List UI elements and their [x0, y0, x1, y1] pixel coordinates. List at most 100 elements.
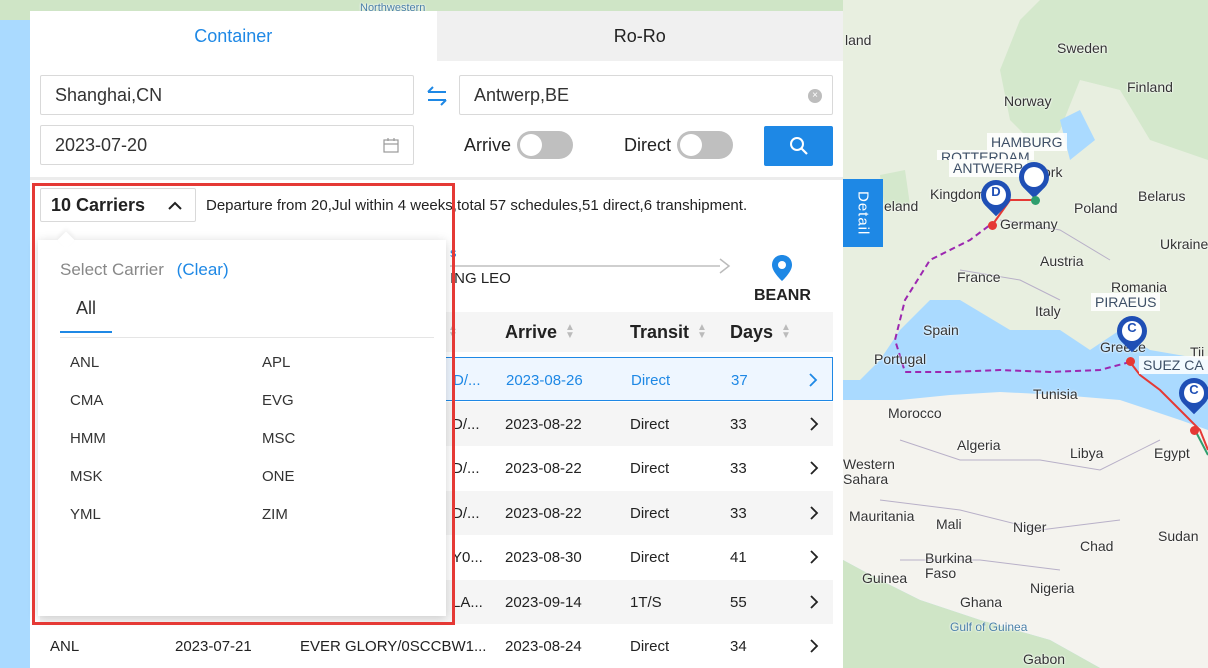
header-days[interactable]: Days ▲ ▼ — [730, 312, 791, 352]
carrier-option[interactable]: HMM — [70, 430, 106, 447]
map-label-gulf-of-guinea: Gulf of Guinea — [950, 620, 1028, 634]
pod-code: BEANR — [754, 287, 811, 304]
map-label-chad: Chad — [1080, 538, 1114, 554]
map-label-spain: Spain — [923, 322, 959, 338]
map-dot-antwerp — [988, 221, 997, 230]
carrier-option[interactable]: EVG — [262, 392, 294, 409]
search-button[interactable] — [764, 126, 833, 166]
carrier-option[interactable]: MSC — [262, 430, 295, 447]
cell-transit: Direct — [631, 371, 671, 389]
schedule-summary: Departure from 20,Jul within 4 weeks,tot… — [206, 197, 748, 214]
cell-days: 33 — [730, 459, 747, 477]
carrier-tab-all[interactable]: All — [60, 298, 112, 333]
map-label-tunisia: Tunisia — [1033, 386, 1078, 402]
chevron-right-icon — [809, 373, 818, 387]
swap-icon[interactable] — [424, 83, 450, 109]
origin-input[interactable]: Shanghai,CN — [40, 75, 414, 115]
map-label-kingdom: Kingdom — [930, 186, 986, 202]
carrier-dropdown: Select Carrier (Clear) All ANL APL CMA EVG H… — [38, 231, 446, 616]
map-label-sweden: Sweden — [1057, 40, 1108, 56]
date-input[interactable]: 2023-07-20 — [40, 125, 414, 165]
mode-tabs: Container Ro-Ro — [30, 11, 843, 61]
header-arrive[interactable]: Arrive ▲ ▼ — [505, 312, 575, 352]
cell-vessel: D/... — [452, 415, 480, 433]
map-label-france: France — [957, 269, 1001, 285]
route-vessel: ING LEO — [450, 270, 511, 287]
port-label-piraeus[interactable]: PIRAEUS — [1091, 293, 1161, 311]
map-marker-destination[interactable]: D — [974, 173, 1018, 220]
chevron-right-icon — [810, 550, 819, 564]
map-label-morocco: Morocco — [888, 405, 942, 421]
carrier-option[interactable]: APL — [262, 354, 290, 371]
map-label-belarus: Belarus — [1138, 188, 1186, 204]
table-row[interactable]: ANL 2023-07-21 EVER GLORY/0SCCBW1... 202… — [40, 624, 833, 668]
map-label-algeria: Algeria — [957, 437, 1001, 453]
route-arrow-icon — [719, 258, 731, 274]
chevron-right-icon — [810, 639, 819, 653]
cell-arrive: 2023-08-22 — [505, 504, 582, 522]
cell-days: 33 — [730, 504, 747, 522]
tab-roro[interactable]: Ro-Ro — [436, 11, 843, 61]
map-label-egypt: Egypt — [1154, 445, 1190, 461]
cell-transit: Direct — [630, 504, 670, 522]
clear-icon[interactable]: × — [808, 89, 822, 103]
map-label-western-sahara: Western Sahara — [843, 456, 895, 487]
map-dot-suez — [1190, 426, 1199, 435]
route-line — [450, 265, 720, 267]
map-marker-piraeus[interactable]: C — [1110, 309, 1154, 356]
port-label-hamburg[interactable]: HAMBURG — [987, 133, 1067, 151]
map-label-poland: Poland — [1074, 200, 1118, 216]
carrier-filter-button[interactable]: 10 Carriers — [40, 188, 196, 222]
arrive-toggle-group: Arrive — [464, 131, 574, 159]
cell-vessel: D/... — [452, 504, 480, 522]
direct-label: Direct — [624, 134, 672, 155]
cell-days: 55 — [730, 593, 747, 611]
cell-vessel: LA... — [452, 593, 483, 611]
carrier-option[interactable]: MSK — [70, 468, 103, 485]
map-label-sudan: Sudan — [1158, 528, 1199, 544]
carrier-option[interactable]: ONE — [262, 468, 295, 485]
map-label-ireland: eland — [884, 198, 919, 214]
map-label-nigeria: Nigeria — [1030, 580, 1075, 596]
map-marker-suez[interactable]: C — [1172, 371, 1208, 418]
cell-arrive: 2023-08-26 — [506, 371, 583, 389]
carrier-option[interactable]: YML — [70, 506, 101, 523]
carrier-option[interactable]: ANL — [70, 354, 99, 371]
map-label-ukraine: Ukraine — [1160, 236, 1208, 252]
calendar-icon[interactable] — [383, 137, 399, 153]
chevron-right-icon — [810, 417, 819, 431]
direct-toggle[interactable] — [677, 131, 734, 159]
map-label-norway: Norway — [1004, 93, 1052, 109]
cell-vessel: D/... — [453, 371, 481, 389]
cell-vessel: Y0... — [452, 548, 483, 566]
map-label-libya: Libya — [1070, 445, 1104, 461]
search-icon — [789, 137, 808, 155]
direct-toggle-group: Direct — [624, 131, 734, 159]
arrive-toggle[interactable] — [517, 131, 574, 159]
map-label-burkina-faso: Burkina Faso — [925, 550, 973, 581]
detail-tab[interactable]: Detail — [843, 179, 883, 247]
tab-container[interactable]: Container — [30, 11, 437, 61]
map-label-portugal: Portugal — [874, 351, 927, 367]
select-carrier-label: Select Carrier — [60, 260, 164, 279]
clear-carriers-link[interactable]: (Clear) — [177, 260, 229, 279]
divider — [30, 177, 843, 180]
carrier-option[interactable]: ZIM — [262, 506, 288, 523]
cell-days: 41 — [730, 548, 747, 566]
map-label-niger: Niger — [1013, 519, 1047, 535]
map-label-finland: Finland — [1127, 79, 1173, 95]
cell-arrive: 2023-08-30 — [505, 548, 582, 566]
cell-days: 37 — [731, 371, 748, 389]
destination-input[interactable]: Antwerp,BE × — [459, 75, 833, 115]
map-label-land: land — [845, 32, 872, 48]
cell-arrive: 2023-09-14 — [505, 593, 582, 611]
port-label-suez[interactable]: SUEZ CA — [1139, 356, 1208, 374]
chevron-right-icon — [810, 595, 819, 609]
cell-arrive: 2023-08-22 — [505, 415, 582, 433]
port-label-antwerp[interactable]: ANTWERP — [949, 159, 1027, 177]
map-label-ghana: Ghana — [960, 594, 1003, 610]
carrier-option[interactable]: CMA — [70, 392, 103, 409]
header-transit[interactable]: Transit ▲ ▼ — [630, 312, 707, 352]
map-label-guinea: Guinea — [862, 570, 908, 586]
map-label-austria: Austria — [1040, 253, 1084, 269]
